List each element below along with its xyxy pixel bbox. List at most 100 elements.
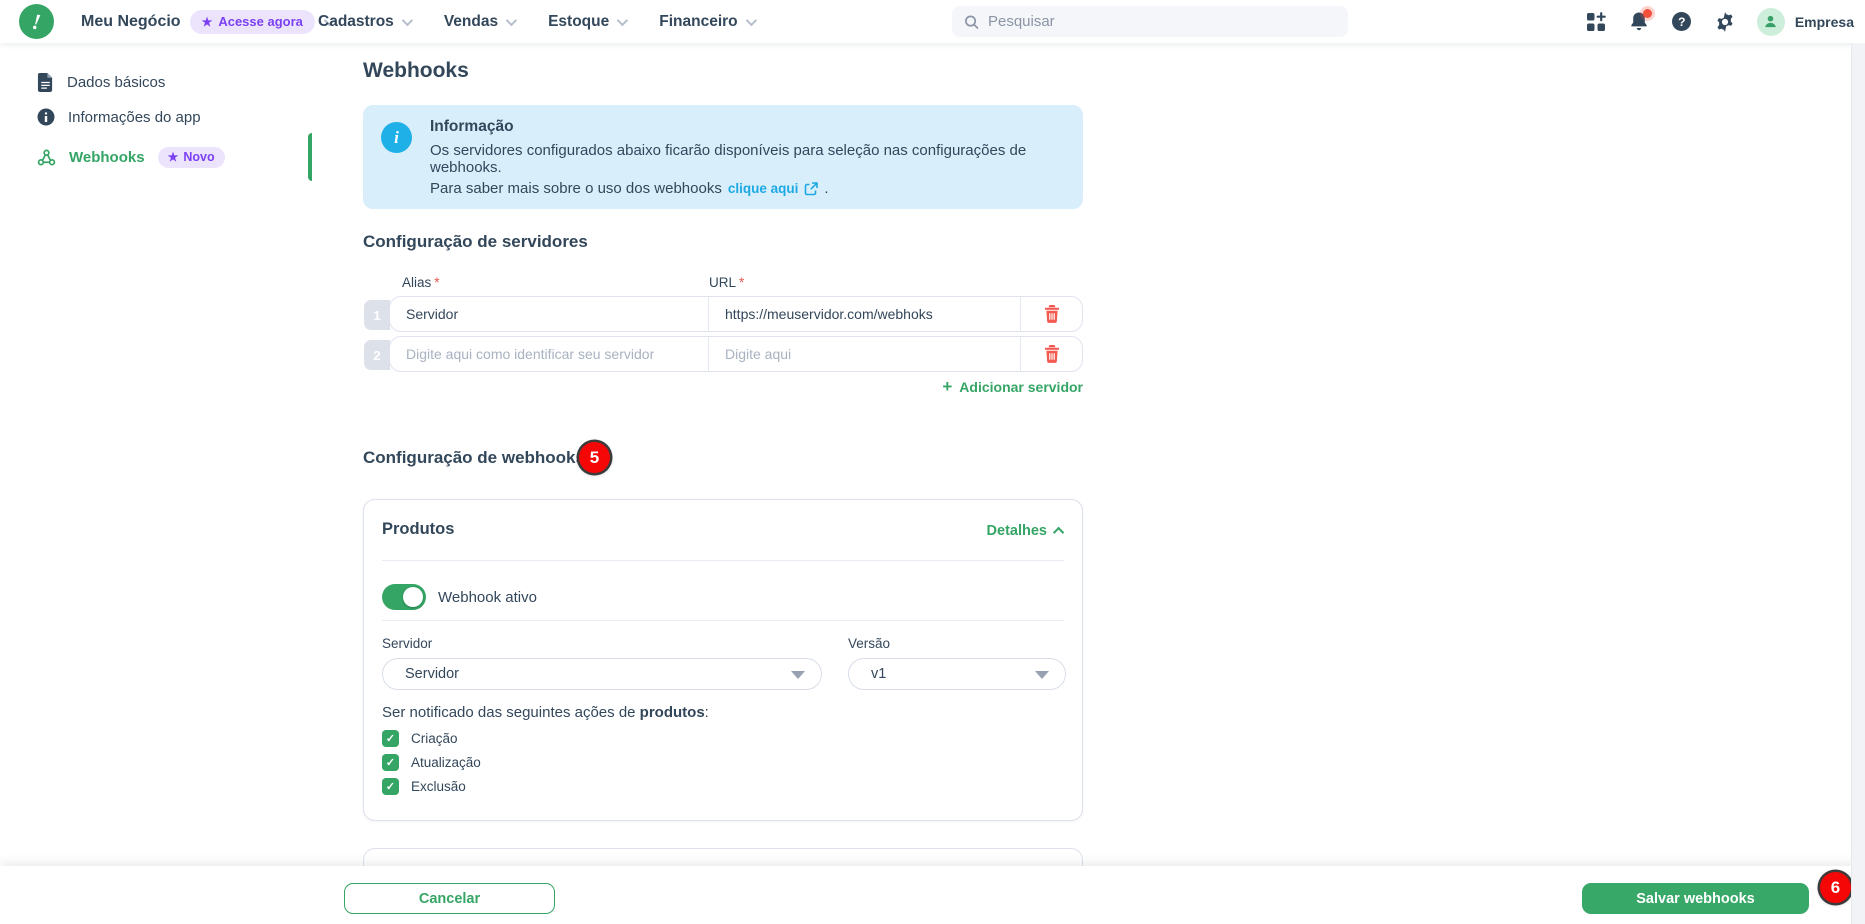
help-icon[interactable] (1671, 11, 1693, 33)
brand-group: Meu Negócio Acesse agora (81, 0, 335, 43)
logo-exclamation-icon: ! (30, 8, 43, 34)
apps-grid-icon[interactable] (1585, 11, 1607, 33)
nav-label: Cadastros (318, 12, 394, 30)
add-server-button[interactable]: Adicionar servidor (942, 377, 1083, 397)
alias-input-1[interactable] (406, 306, 692, 322)
checkbox-checked-icon (382, 730, 399, 747)
notify-prefix: Ser notificado das seguintes ações de (382, 704, 640, 721)
star-icon (202, 14, 213, 29)
sidebar: Dados básicos Informações do app Webhook… (0, 43, 312, 866)
version-select-label: Versão (848, 636, 891, 651)
delete-server-button-1[interactable] (1021, 297, 1082, 331)
checkbox-exclusao[interactable]: Exclusão (382, 778, 466, 795)
global-search[interactable] (952, 6, 1348, 37)
alias-column-label: Alias * (402, 275, 440, 290)
server-row-1: 1 (364, 296, 1083, 332)
sidebar-item-informacoes-do-app[interactable]: Informações do app (0, 98, 312, 136)
add-server-label: Adicionar servidor (959, 379, 1083, 395)
alias-cell (390, 337, 709, 371)
card-title: Produtos (382, 520, 455, 538)
page-scrollbar[interactable] (1851, 43, 1865, 924)
servers-section-title: Configuração de servidores (363, 232, 588, 251)
required-asterisk: * (739, 275, 745, 290)
settings-gear-icon[interactable] (1714, 11, 1736, 33)
main-nav: Cadastros Vendas Estoque Financeiro (318, 0, 757, 43)
search-icon (965, 15, 979, 29)
webhook-active-toggle[interactable] (382, 584, 426, 610)
promo-badge[interactable]: Acesse agora (189, 9, 315, 34)
toggle-knob (403, 587, 423, 607)
trash-icon (1044, 305, 1059, 323)
dropdown-arrow-icon (1035, 671, 1049, 679)
nav-label: Financeiro (659, 12, 738, 30)
annotation-badge-5: 5 (579, 442, 610, 473)
toggle-label: Webhook ativo (438, 589, 537, 606)
url-input-2[interactable] (725, 346, 1004, 362)
app-screen: ! Meu Negócio Acesse agora Cadastros Ven… (0, 0, 1865, 924)
question-mark-icon (1672, 12, 1692, 31)
nav-item-vendas[interactable]: Vendas (443, 12, 518, 31)
checkbox-checked-icon (382, 754, 399, 771)
dropdown-arrow-icon (791, 671, 805, 679)
clique-aqui-link[interactable]: clique aqui (728, 181, 799, 196)
produtos-card: Produtos Detalhes Webhook ativo Servidor… (363, 499, 1083, 821)
checkbox-atualizacao[interactable]: Atualização (382, 754, 481, 771)
divider (382, 620, 1064, 621)
cancel-button[interactable]: Cancelar (344, 883, 555, 914)
required-asterisk: * (434, 275, 440, 290)
user-menu[interactable]: Empresa (1756, 7, 1854, 36)
server-select-label: Servidor (382, 636, 433, 651)
url-cell (709, 297, 1021, 331)
promo-badge-label: Acesse agora (218, 13, 303, 29)
sidebar-item-label: Dados básicos (67, 73, 166, 91)
url-label-text: URL (709, 275, 737, 290)
details-toggle-button[interactable]: Detalhes (987, 523, 1065, 539)
page-title: Webhooks (363, 59, 469, 82)
next-card-partial (363, 848, 1083, 866)
document-icon (37, 72, 53, 92)
server-select[interactable]: Servidor (382, 658, 822, 690)
main-content: Webhooks Informação Os servidores config… (312, 43, 1850, 866)
checkbox-label: Criação (411, 731, 458, 746)
checkbox-criacao[interactable]: Criação (382, 730, 458, 747)
divider (382, 560, 1064, 561)
save-webhooks-button[interactable]: Salvar webhooks (1582, 883, 1809, 914)
sidebar-item-dados-basicos[interactable]: Dados básicos (0, 63, 312, 101)
nav-item-financeiro[interactable]: Financeiro (659, 12, 757, 31)
delete-server-button-2[interactable] (1021, 337, 1082, 371)
url-cell (709, 337, 1021, 371)
top-right-actions: Empresa (1585, 0, 1854, 43)
checkbox-label: Exclusão (411, 779, 466, 794)
trash-icon (1044, 345, 1059, 363)
nav-label: Vendas (443, 12, 499, 30)
notification-dot (1642, 8, 1652, 18)
plus-icon (942, 377, 952, 397)
server-row-2: 2 (364, 336, 1083, 372)
sidebar-item-webhooks[interactable]: Webhooks Novo (0, 138, 312, 176)
server-select-value: Servidor (405, 666, 459, 682)
external-link-icon (805, 181, 819, 195)
annotation-badge-6: 6 (1820, 872, 1851, 903)
avatar (1756, 7, 1785, 36)
chevron-up-icon (1052, 526, 1065, 539)
search-input[interactable] (987, 13, 1336, 30)
alias-label-text: Alias (402, 275, 432, 290)
chevron-down-icon (505, 14, 518, 26)
url-input-1[interactable] (725, 306, 1004, 322)
notify-suffix: : (704, 704, 709, 721)
info-icon (37, 108, 55, 126)
nav-item-cadastros[interactable]: Cadastros (318, 12, 413, 31)
version-select[interactable]: v1 (848, 658, 1066, 690)
alias-input-2[interactable] (406, 346, 692, 362)
brand-name: Meu Negócio (81, 12, 181, 30)
info-link-prefix: Para saber mais sobre o uso dos webhooks (430, 180, 722, 197)
info-icon (381, 122, 412, 153)
nav-item-estoque[interactable]: Estoque (548, 13, 629, 31)
url-column-label: URL * (709, 275, 744, 290)
star-icon (168, 150, 179, 164)
app-logo[interactable]: ! (19, 4, 54, 39)
version-select-value: v1 (871, 666, 887, 682)
notifications-bell-icon[interactable] (1628, 8, 1652, 33)
checkbox-label: Atualização (411, 755, 481, 770)
row-number-badge: 1 (364, 300, 390, 330)
